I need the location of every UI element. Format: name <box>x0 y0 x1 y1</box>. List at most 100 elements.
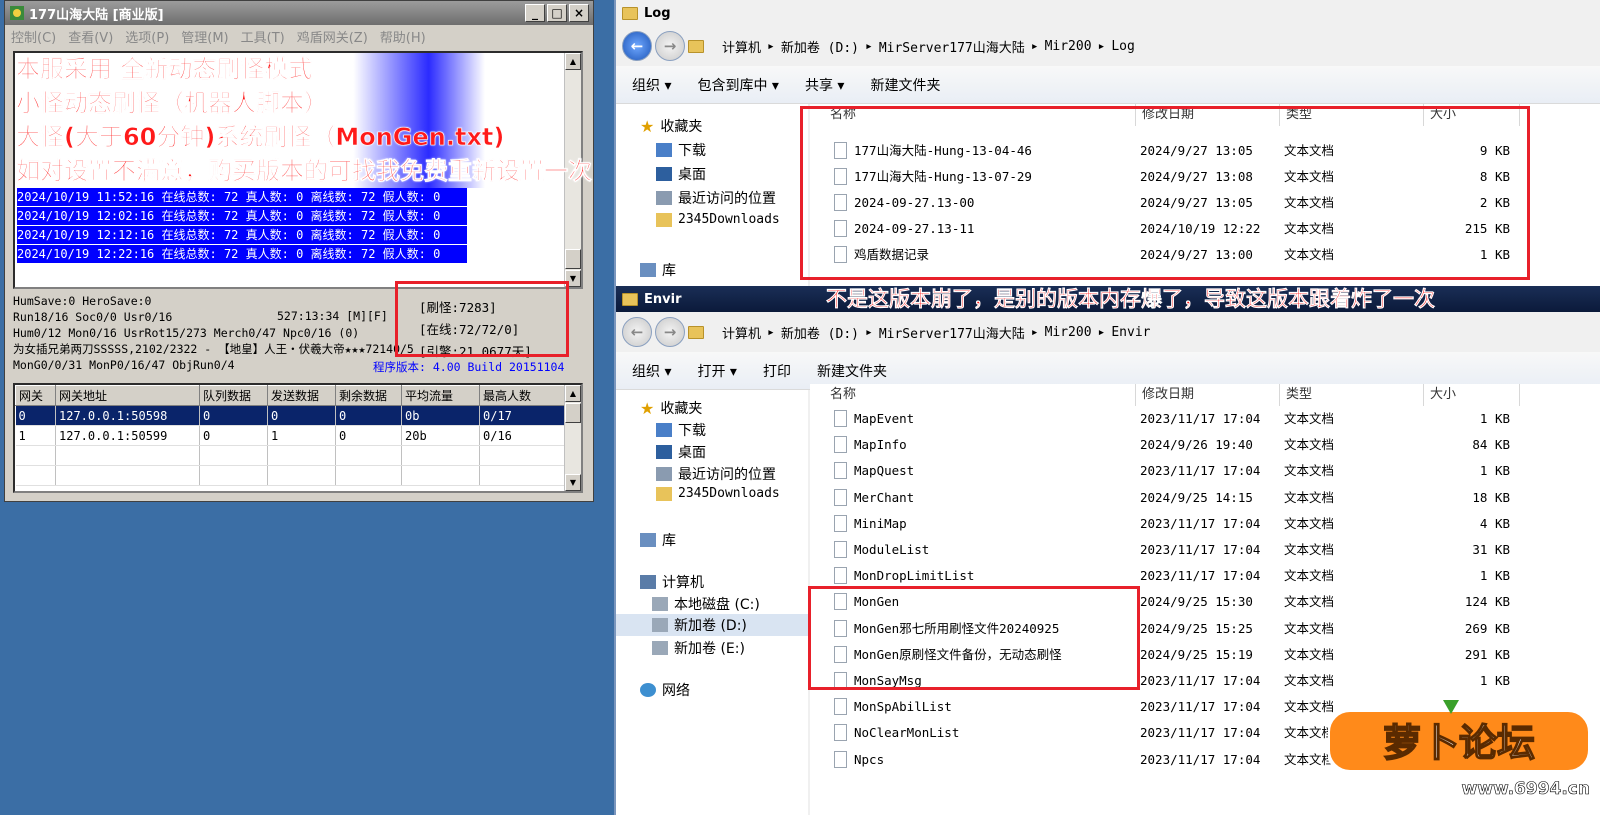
nav-network[interactable]: 网络 <box>640 680 690 700</box>
menu-control[interactable]: 控制(C) <box>11 27 56 46</box>
table-scrollbar[interactable]: ▲ ▼ <box>564 385 581 491</box>
nav-favorites[interactable]: ★ 收藏夹 <box>640 398 702 418</box>
print-button[interactable]: 打印 <box>763 361 791 381</box>
file-row[interactable]: MapEvent 2023/11/17 17:04 文本文档 1 KB <box>810 406 1590 432</box>
col-send[interactable]: 发送数据 <box>267 385 336 406</box>
nav-recent[interactable]: 最近访问的位置 <box>656 188 776 208</box>
scroll-up-icon[interactable]: ▲ <box>565 385 581 402</box>
cell: 0b <box>401 405 480 426</box>
col-remaining[interactable]: 剩余数据 <box>335 385 402 406</box>
crumb[interactable]: Log <box>1111 39 1134 54</box>
crumb[interactable]: Mir200 <box>1045 325 1092 340</box>
crumb[interactable]: MirServer177山海大陆 <box>879 323 1025 342</box>
share-button[interactable]: 共享 ▾ <box>805 75 844 95</box>
col-queue[interactable]: 队列数据 <box>199 385 268 406</box>
col-type[interactable]: 类型 <box>1280 384 1424 406</box>
cell: 0 <box>199 425 268 446</box>
crumb[interactable]: Envir <box>1111 325 1150 340</box>
crumb[interactable]: 新加卷 (D:) <box>781 323 859 342</box>
minimize-icon[interactable]: _ <box>525 4 545 22</box>
file-name: MapQuest <box>854 463 915 479</box>
menu-options[interactable]: 选项(P) <box>125 27 169 46</box>
file-row[interactable]: ModuleList 2023/11/17 17:04 文本文档 31 KB <box>810 537 1590 563</box>
back-button[interactable]: ← <box>622 31 652 61</box>
nav-label: 库 <box>662 263 676 279</box>
file-name: MapEvent <box>854 411 915 426</box>
back-button[interactable]: ← <box>622 317 652 347</box>
menu-tools[interactable]: 工具(T) <box>241 27 285 46</box>
file-row[interactable]: MapInfo 2024/9/26 19:40 文本文档 84 KB <box>810 432 1590 458</box>
table-header-row: 网关 网关地址 队列数据 发送数据 剩余数据 平均流量 最高人数 <box>15 385 567 406</box>
maximize-icon[interactable]: □ <box>547 4 567 22</box>
nav-drive-e[interactable]: 新加卷 (E:) <box>652 638 745 658</box>
file-row[interactable]: MerChant 2024/9/25 14:15 文本文档 18 KB <box>810 485 1590 511</box>
file-row[interactable]: MapQuest 2023/11/17 17:04 文本文档 1 KB <box>810 458 1590 484</box>
text-file-icon <box>834 724 847 742</box>
menu-view[interactable]: 查看(V) <box>68 27 113 46</box>
nav-2345downloads[interactable]: 2345Downloads <box>656 486 780 501</box>
nav-2345downloads[interactable]: 2345Downloads <box>656 212 780 227</box>
forward-button[interactable]: → <box>655 31 685 61</box>
new-folder-button[interactable]: 新建文件夹 <box>817 361 887 381</box>
nav-drive-d[interactable]: 新加卷 (D:) <box>616 614 808 636</box>
crumb[interactable]: 计算机 <box>722 37 761 56</box>
explorer-toolbar: 组织 ▾ 包含到库中 ▾ 共享 ▾ 新建文件夹 <box>616 66 1600 104</box>
log-line: 2024/10/19 11:52:16 在线总数: 72 真人数: 0 离线数:… <box>17 188 467 206</box>
nav-downloads[interactable]: 下载 <box>656 140 706 160</box>
breadcrumb[interactable]: 计算机 ▸ 新加卷 (D:) ▸ MirServer177山海大陆 ▸ Mir200 ▸… <box>722 323 1157 342</box>
menu-manage[interactable]: 管理(M) <box>181 27 228 46</box>
menu-help[interactable]: 帮助(H) <box>380 27 426 46</box>
breadcrumb[interactable]: 计算机 ▸ 新加卷 (D:) ▸ MirServer177山海大陆 ▸ Mir200 ▸… <box>722 37 1141 56</box>
col-name[interactable]: 名称 <box>824 384 1136 406</box>
close-icon[interactable]: × <box>569 4 589 22</box>
scroll-up-icon[interactable]: ▲ <box>565 53 581 70</box>
nav-desktop[interactable]: 桌面 <box>656 164 706 184</box>
nav-favorites[interactable]: ★ 收藏夹 <box>640 116 702 136</box>
stat-line: MonG0/0/31 MonP0/16/47 ObjRun0/4 <box>13 358 235 372</box>
nav-downloads[interactable]: 下载 <box>656 420 706 440</box>
crumb[interactable]: 新加卷 (D:) <box>781 37 859 56</box>
crumb[interactable]: MirServer177山海大陆 <box>879 37 1025 56</box>
table-row[interactable]: 0 127.0.0.1:50598 0 0 0 0b 0/17 <box>15 405 567 426</box>
forward-button[interactable]: → <box>655 317 685 347</box>
explorer-titlebar[interactable]: Log <box>616 0 1600 26</box>
text-file-icon <box>834 541 847 558</box>
file-row[interactable]: MiniMap 2023/11/17 17:04 文本文档 4 KB <box>810 511 1590 537</box>
file-type: 文本文档 <box>1284 411 1335 426</box>
file-size: 1 KB <box>1479 463 1510 479</box>
text-file-icon <box>834 410 847 427</box>
new-folder-button[interactable]: 新建文件夹 <box>870 75 940 95</box>
open-button[interactable]: 打开 ▾ <box>697 361 736 381</box>
nav-libraries[interactable]: 库 <box>640 260 676 280</box>
include-library-button[interactable]: 包含到库中 ▾ <box>697 75 778 95</box>
nav-recent[interactable]: 最近访问的位置 <box>656 464 776 484</box>
organize-button[interactable]: 组织 ▾ <box>632 75 671 95</box>
table-row[interactable]: 1 127.0.0.1:50599 0 1 0 20b 0/16 <box>15 425 567 446</box>
crumb[interactable]: 计算机 <box>722 323 761 342</box>
folder-icon <box>622 292 638 306</box>
overlay-line-1: 本服采用 全新动态刷怪模式 <box>16 55 313 84</box>
scroll-thumb[interactable] <box>565 403 581 423</box>
file-type: 文本文档 <box>1284 568 1335 584</box>
col-address[interactable]: 网关地址 <box>55 385 200 406</box>
nav-desktop[interactable]: 桌面 <box>656 442 706 462</box>
col-avg-traffic[interactable]: 平均流量 <box>401 385 480 406</box>
menu-gateway[interactable]: 鸡盾网关(Z) <box>297 27 368 46</box>
folder-icon <box>688 325 704 339</box>
nav-computer[interactable]: 计算机 <box>640 572 704 592</box>
col-gateway[interactable]: 网关 <box>15 385 56 406</box>
col-date[interactable]: 修改日期 <box>1136 384 1280 406</box>
crumb[interactable]: Mir200 <box>1045 39 1092 54</box>
col-size[interactable]: 大小 <box>1424 384 1520 406</box>
file-name: MiniMap <box>854 515 907 531</box>
nav-pane: ★ 收藏夹 下载 桌面 最近访问的位置 2345Downloads 库 计算机 本… <box>616 390 808 815</box>
scroll-down-icon[interactable]: ▼ <box>565 474 581 491</box>
col-max-users[interactable]: 最高人数 <box>479 385 567 406</box>
nav-libraries[interactable]: 库 <box>640 530 676 550</box>
app-titlebar[interactable]: 177山海大陆 [商业版] _ □ × <box>5 1 593 25</box>
nav-drive-c[interactable]: 本地磁盘 (C:) <box>652 594 760 614</box>
scroll-thumb[interactable] <box>565 249 581 269</box>
file-date: 2023/11/17 17:04 <box>1140 542 1261 557</box>
organize-button[interactable]: 组织 ▾ <box>632 361 671 381</box>
stat-line: 为女插兄弟两刀SSSSS,2102/2322 - 【地皇】人王・伏羲大帝★★★7… <box>13 342 414 356</box>
